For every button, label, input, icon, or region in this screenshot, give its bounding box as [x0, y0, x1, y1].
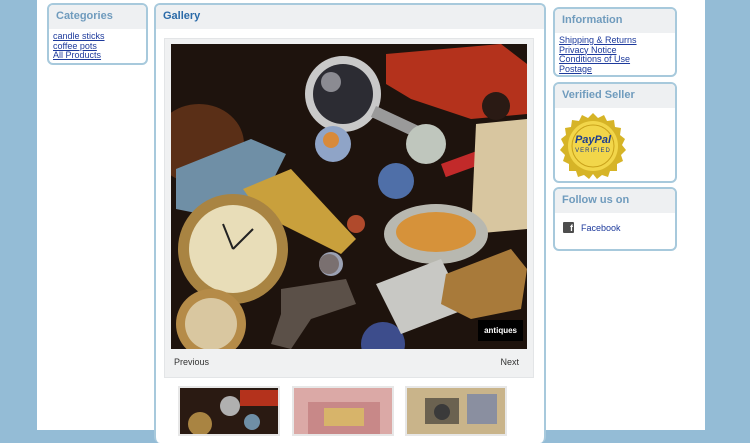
antiques-photo: [171, 44, 527, 349]
categories-list: candle sticks coffee pots All Products: [49, 29, 146, 63]
information-list: Shipping & Returns Privacy Notice Condit…: [555, 33, 675, 75]
verified-text: VERIFIED: [575, 148, 611, 154]
categories-title: Categories: [49, 5, 146, 29]
follow-us-panel: Follow us on f Facebook: [553, 187, 677, 251]
previous-button[interactable]: Previous: [174, 357, 209, 367]
image-caption: antiques: [478, 320, 523, 341]
thumbnail-image: [294, 388, 392, 434]
thumbnail-box[interactable]: [292, 386, 394, 436]
gallery-title: Gallery: [156, 5, 544, 29]
next-button[interactable]: Next: [500, 357, 519, 367]
postage-link[interactable]: Postage: [559, 64, 671, 75]
thumbnail-camera[interactable]: [405, 386, 507, 436]
facebook-link[interactable]: f Facebook: [563, 222, 621, 233]
paypal-text: PayPal: [574, 134, 612, 146]
categories-panel: Categories candle sticks coffee pots All…: [47, 3, 148, 65]
gallery-panel: Gallery antiques Previous Next: [154, 3, 546, 443]
verified-seller-title: Verified Seller: [555, 84, 675, 108]
thumbnail-antiques[interactable]: [178, 386, 280, 436]
category-link-all-products[interactable]: All Products: [53, 50, 142, 61]
facebook-label: Facebook: [581, 222, 621, 233]
gallery-viewer: antiques Previous Next: [164, 38, 534, 378]
paypal-seal-icon: [560, 113, 626, 179]
gallery-main-image[interactable]: antiques: [171, 44, 527, 349]
facebook-icon: f: [563, 222, 574, 233]
thumbnail-image: [180, 388, 278, 434]
information-title: Information: [555, 9, 675, 33]
follow-us-title: Follow us on: [555, 189, 675, 213]
thumbnail-image: [407, 388, 505, 434]
page-container: Categories candle sticks coffee pots All…: [37, 0, 705, 443]
paypal-verified-badge[interactable]: PayPal VERIFIED: [559, 112, 627, 180]
information-panel: Information Shipping & Returns Privacy N…: [553, 7, 677, 77]
verified-seller-panel: Verified Seller PayPal VERIFIED: [553, 82, 677, 183]
